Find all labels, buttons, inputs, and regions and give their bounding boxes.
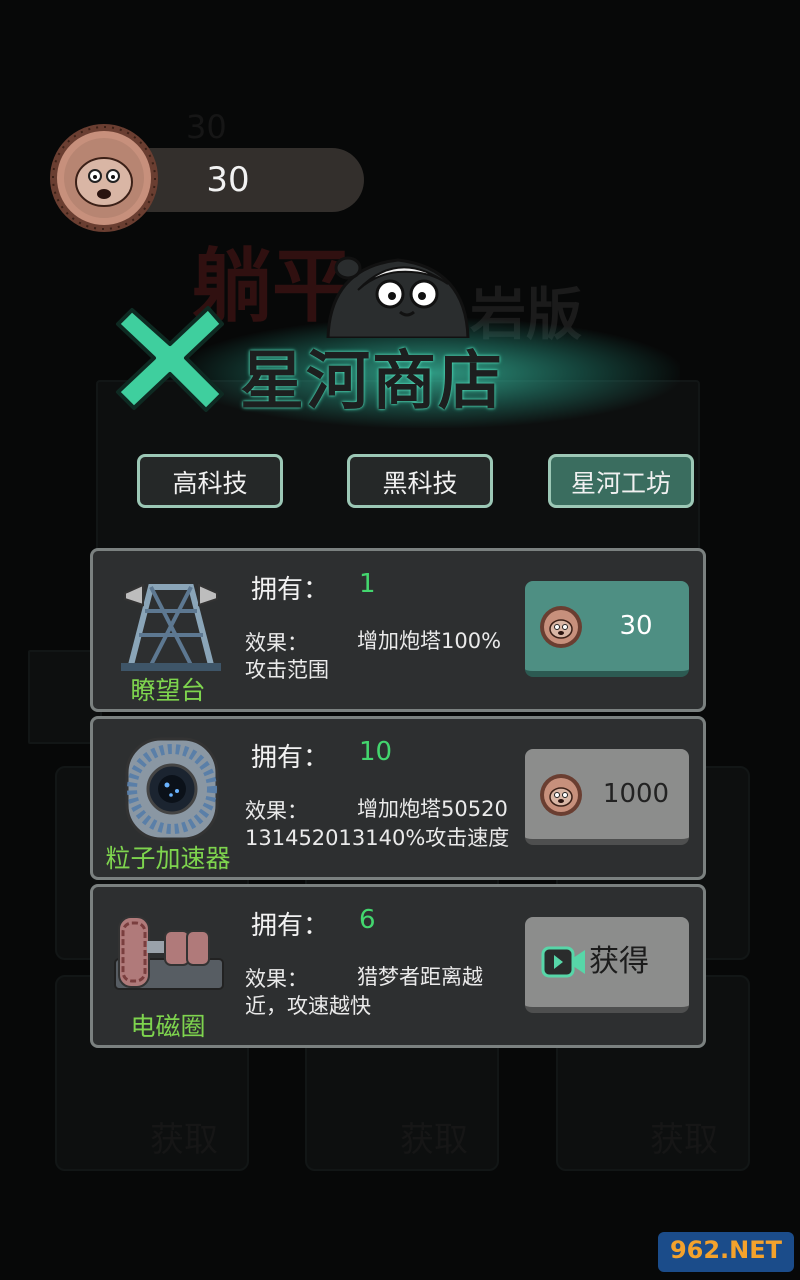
electromagnetic-coil-icon [114, 916, 224, 990]
own-label: 拥有： [251, 743, 330, 773]
item-name: 瞭望台 [130, 676, 206, 705]
video-icon [541, 946, 585, 978]
close-icon[interactable] [110, 298, 230, 418]
watermark-logo: 962.NET [658, 1232, 794, 1272]
effect-text: 增加炮塔505201314520131​40%攻击速度 [245, 797, 510, 850]
coin-icon [50, 124, 158, 232]
buy-button[interactable]: 1000 [525, 749, 689, 845]
own-label: 拥有： [251, 911, 330, 941]
shop-item-card: 粒子加速器 拥有： 10 效果： 增加炮塔505201314520131​40%… [90, 716, 706, 880]
particle-accelerator-icon [125, 737, 219, 841]
own-count: 6 [359, 905, 376, 935]
effect-text: 猎梦者距离越近，攻速越快 [245, 965, 483, 1018]
own-count: 10 [359, 737, 393, 767]
tab-black-tech[interactable]: 黑科技 [347, 454, 493, 508]
own-count: 1 [359, 569, 376, 599]
svg-text:962.NET: 962.NET [670, 1236, 783, 1264]
price-label: 30 [619, 611, 653, 641]
page-title: 星河商店 [240, 345, 504, 419]
tab-galaxy-workshop[interactable]: 星河工坊 [548, 454, 694, 508]
watch-video-button[interactable]: 获得 [525, 917, 689, 1013]
tab-high-tech[interactable]: 高科技 [137, 454, 283, 508]
own-label: 拥有： [251, 575, 330, 605]
coin-icon [540, 606, 582, 648]
mascot-icon [326, 256, 470, 338]
coin-icon [540, 774, 582, 816]
watchtower-icon [121, 583, 221, 671]
shop-item-card: 电磁圈 拥有： 6 效果： 猎梦者距离越近，攻速越快 获得 [90, 884, 706, 1048]
get-label: 获得 [589, 944, 649, 979]
item-name: 电磁圈 [130, 1012, 206, 1041]
price-label: 1000 [602, 779, 670, 809]
shop-item-card: 瞭望台 拥有： 1 效果： 增加炮塔100%攻击范围 30 [90, 548, 706, 712]
currency-display: 30 [48, 122, 364, 234]
item-name: 粒子加速器 [105, 844, 231, 873]
buy-button[interactable]: 30 [525, 581, 689, 677]
effect-text: 增加炮塔100%攻击范围 [245, 629, 502, 682]
